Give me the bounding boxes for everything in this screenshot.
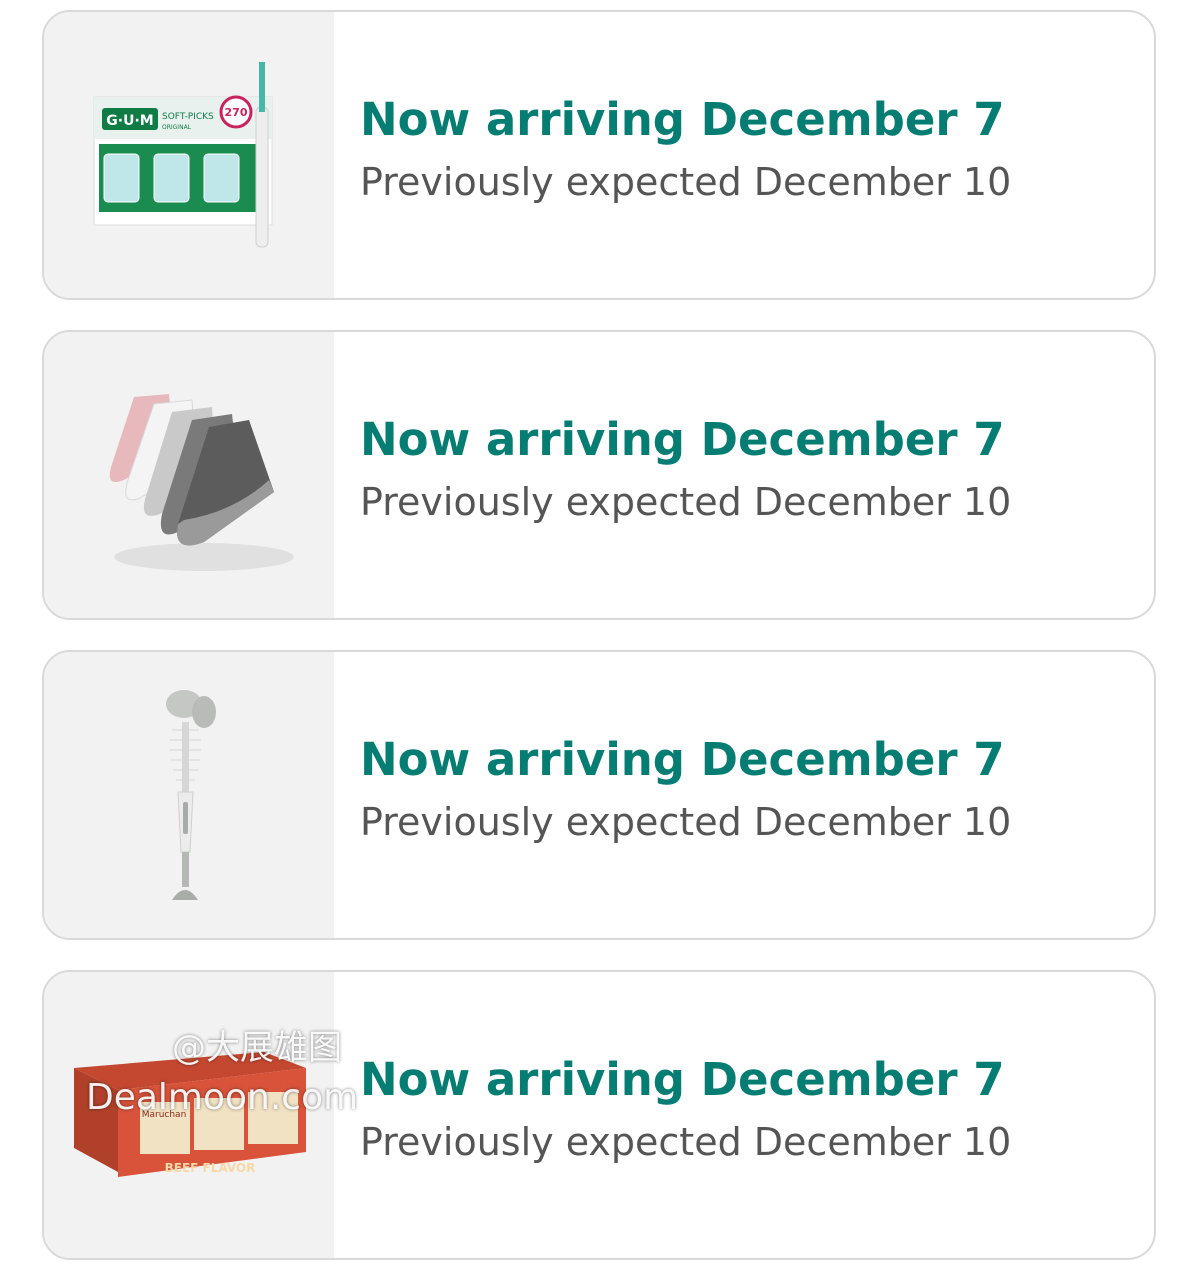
delivery-card[interactable]: Now arriving December 7 Previously expec… [42, 330, 1156, 620]
watermark-line1: @大展雄图 [172, 1028, 342, 1068]
product-thumbnail[interactable] [44, 332, 334, 618]
previous-date: Previously expected December 10 [360, 800, 1012, 844]
pack-count: 270 [225, 106, 248, 119]
pack-line1: SOFT-PICKS [162, 112, 214, 122]
product-thumbnail[interactable] [44, 652, 334, 938]
arrival-status: Now arriving December 7 [360, 733, 1005, 786]
watermark: @大展雄图 Dealmoon.com [86, 1020, 358, 1118]
socks-icon [109, 394, 294, 571]
bottle-brush-icon [166, 690, 216, 900]
delivery-card[interactable]: G·U·M SOFT-PICKS ORIGINAL 270 Now arrivi… [42, 10, 1156, 300]
previous-date: Previously expected December 10 [360, 480, 1012, 524]
product-thumbnail[interactable]: G·U·M SOFT-PICKS ORIGINAL 270 [44, 12, 334, 298]
toothpick-pack-icon: G·U·M SOFT-PICKS ORIGINAL 270 [93, 62, 273, 248]
previous-date: Previously expected December 10 [360, 160, 1012, 204]
case-label: BEEF FLAVOR [165, 1161, 256, 1175]
pack-brand: G·U·M [106, 113, 153, 129]
pack-line2: ORIGINAL [162, 124, 192, 131]
arrival-status: Now arriving December 7 [360, 93, 1005, 146]
previous-date: Previously expected December 10 [360, 1120, 1012, 1164]
delivery-card[interactable]: Now arriving December 7 Previously expec… [42, 650, 1156, 940]
watermark-line2: Dealmoon.com [86, 1077, 359, 1118]
arrival-status: Now arriving December 7 [360, 1053, 1005, 1106]
arrival-status: Now arriving December 7 [360, 413, 1005, 466]
